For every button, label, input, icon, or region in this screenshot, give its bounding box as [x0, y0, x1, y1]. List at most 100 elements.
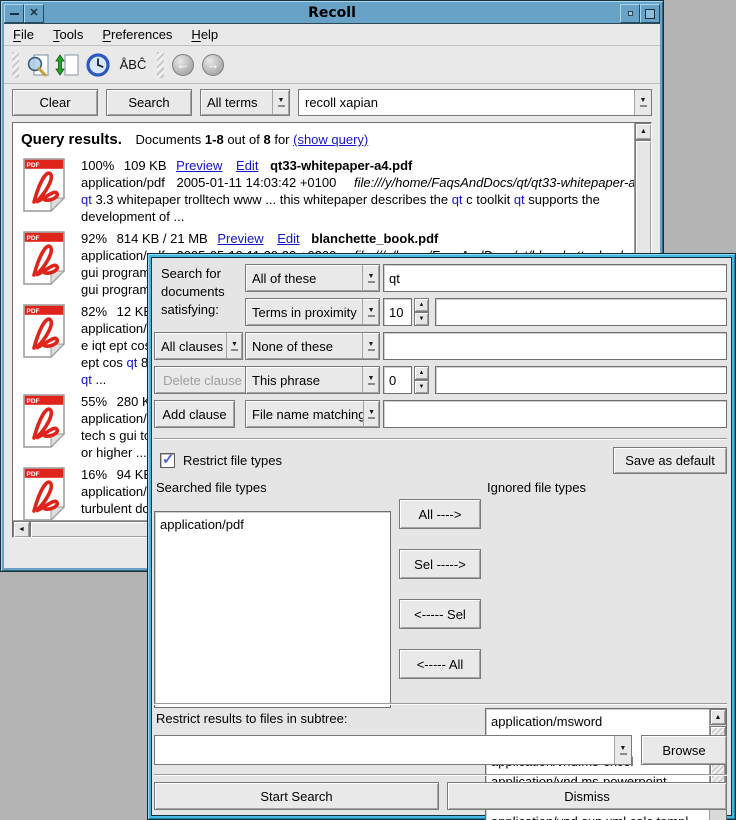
iconify-button[interactable] — [620, 4, 640, 23]
restrict-file-types-label[interactable]: Restrict file types — [183, 453, 282, 468]
edit-link[interactable]: Edit — [277, 231, 299, 246]
toolbar-handle[interactable] — [12, 52, 19, 78]
clause-type-select-5[interactable]: File name matching ▼ — [245, 400, 380, 428]
result-relevance: 55% — [81, 394, 107, 409]
spin-up-button[interactable]: ▲ — [414, 366, 429, 380]
clause-type-select-3[interactable]: None of these ▼ — [245, 332, 380, 360]
separator — [154, 774, 727, 776]
ignored-file-types-label: Ignored file types — [487, 480, 586, 495]
proximity-slack-spinner[interactable]: 10 ▲ ▼ — [383, 298, 429, 326]
svg-text:PDF: PDF — [27, 471, 40, 478]
iconify-icon — [628, 11, 633, 16]
preview-link[interactable]: Preview — [217, 231, 263, 246]
list-item[interactable]: application/vnd.sun.xml.calc.templ — [491, 812, 709, 820]
query-history-dropdown-icon[interactable]: ▼ — [634, 90, 651, 115]
chevron-down-icon[interactable]: ▼ — [362, 265, 379, 291]
chevron-down-icon[interactable]: ▼ — [614, 736, 631, 764]
term-explorer-button[interactable]: ÅBĈ — [113, 51, 153, 79]
restrict-file-types-checkbox[interactable]: ✓ — [160, 453, 175, 468]
phrase-slack-spinner[interactable]: 0 ▲ ▼ — [383, 366, 429, 394]
titlebar[interactable]: ✕ Recoll — [4, 4, 660, 24]
abstract-line: qt 3.3 whitepaper trolltech www ... this… — [81, 191, 634, 208]
document-history-button[interactable] — [83, 51, 113, 79]
subtree-label: Restrict results to files in subtree: — [156, 711, 347, 726]
clause-type-value-5: File name matching — [246, 401, 363, 427]
clause-type-value-3: None of these — [246, 333, 362, 359]
clause-conjunction-value: All clauses — [155, 333, 226, 359]
delete-clause-button[interactable]: Delete clause — [154, 366, 251, 394]
chevron-down-icon[interactable]: ▼ — [226, 333, 242, 359]
clause-terms-input-4[interactable] — [435, 366, 727, 394]
separator — [154, 438, 727, 440]
result-mimetype: application/pdf — [81, 175, 165, 190]
menu-item-tools[interactable]: Tools — [53, 27, 83, 42]
clause-type-select-2[interactable]: Terms in proximity ▼ — [245, 298, 380, 326]
move-all-right-button[interactable]: All ----> — [399, 499, 481, 529]
maximize-button[interactable] — [640, 4, 660, 23]
preview-link[interactable]: Preview — [176, 158, 222, 173]
edit-link[interactable]: Edit — [236, 158, 258, 173]
clause-conjunction-select[interactable]: All clauses ▼ — [154, 332, 243, 360]
list-item[interactable]: application/pdf — [160, 515, 390, 535]
menu-item-preferences[interactable]: Preferences — [102, 27, 172, 42]
toolbar-handle-2[interactable] — [157, 52, 164, 78]
clause-type-select-4[interactable]: This phrase ▼ — [245, 366, 380, 394]
browse-button[interactable]: Browse — [641, 735, 727, 765]
chevron-down-icon[interactable]: ▼ — [363, 401, 379, 427]
close-button[interactable]: ✕ — [24, 4, 44, 23]
chevron-down-icon[interactable]: ▼ — [362, 333, 379, 359]
sort-parameters-button[interactable] — [53, 51, 83, 79]
clause-terms-input-5[interactable] — [383, 400, 727, 428]
scroll-up-button[interactable]: ▲ — [710, 709, 726, 725]
spin-down-button[interactable]: ▼ — [414, 380, 429, 394]
toolbar: ÅBĈ ← → — [4, 46, 660, 84]
clause-type-value-4: This phrase — [246, 367, 362, 393]
minimize-button[interactable] — [4, 4, 24, 23]
move-selected-left-button[interactable]: <----- Sel — [399, 599, 481, 629]
forward-button[interactable]: → — [198, 51, 228, 79]
chevron-down-icon[interactable]: ▼ — [362, 367, 379, 393]
move-selected-right-button[interactable]: Sel -----> — [399, 549, 481, 579]
clause-terms-input-1[interactable]: qt — [383, 264, 727, 292]
check-icon: ✓ — [162, 450, 175, 468]
chevron-down-icon[interactable]: ▼ — [362, 299, 379, 325]
subtree-input[interactable] — [155, 736, 614, 764]
add-clause-button[interactable]: Add clause — [154, 400, 235, 428]
dismiss-button[interactable]: Dismiss — [447, 782, 727, 810]
search-button[interactable]: Search — [106, 89, 192, 116]
clause-terms-input-2[interactable] — [435, 298, 727, 326]
maximize-icon — [645, 9, 655, 19]
clause-type-value-1: All of these — [246, 265, 362, 291]
scroll-up-button[interactable]: ▲ — [635, 123, 652, 140]
spin-up-button[interactable]: ▲ — [414, 298, 429, 312]
clause-type-select-1[interactable]: All of these ▼ — [245, 264, 380, 292]
back-icon: ← — [172, 54, 194, 76]
advanced-search-button[interactable] — [23, 51, 53, 79]
spin-down-button[interactable]: ▼ — [414, 312, 429, 326]
menu-item-help[interactable]: Help — [191, 27, 218, 42]
clear-button[interactable]: Clear — [12, 89, 98, 116]
menu-item-file[interactable]: File — [13, 27, 34, 42]
subtree-combobox[interactable]: ▼ — [154, 735, 632, 765]
start-search-button[interactable]: Start Search — [154, 782, 439, 810]
save-as-default-button[interactable]: Save as default — [613, 447, 727, 474]
clause-terms-input-3[interactable] — [383, 332, 727, 360]
svg-text:PDF: PDF — [27, 235, 40, 242]
term-explorer-icon: ÅBĈ — [120, 57, 147, 72]
move-all-left-button[interactable]: <----- All — [399, 649, 481, 679]
query-input[interactable]: recoll xapian — [299, 90, 634, 115]
result-item[interactable]: PDF 100% 109 KB Preview Edit qt33-whitep… — [21, 157, 634, 225]
show-query-link[interactable]: (show query) — [293, 132, 368, 147]
back-button[interactable]: ← — [168, 51, 198, 79]
proximity-slack-value[interactable]: 10 — [383, 298, 412, 326]
scroll-left-button[interactable]: ◄ — [13, 521, 30, 538]
query-combobox[interactable]: recoll xapian ▼ — [298, 89, 652, 116]
results-count-text: Documents 1-8 out of 8 for — [136, 132, 294, 147]
abstract-line: development of ... — [81, 208, 634, 225]
searched-file-types-list[interactable]: application/pdf — [154, 511, 391, 708]
search-mode-select[interactable]: All terms ▼ — [200, 89, 290, 116]
list-item[interactable]: application/msword — [491, 712, 709, 732]
phrase-slack-value[interactable]: 0 — [383, 366, 412, 394]
chevron-down-icon[interactable]: ▼ — [272, 90, 289, 115]
document-history-icon — [85, 52, 111, 78]
